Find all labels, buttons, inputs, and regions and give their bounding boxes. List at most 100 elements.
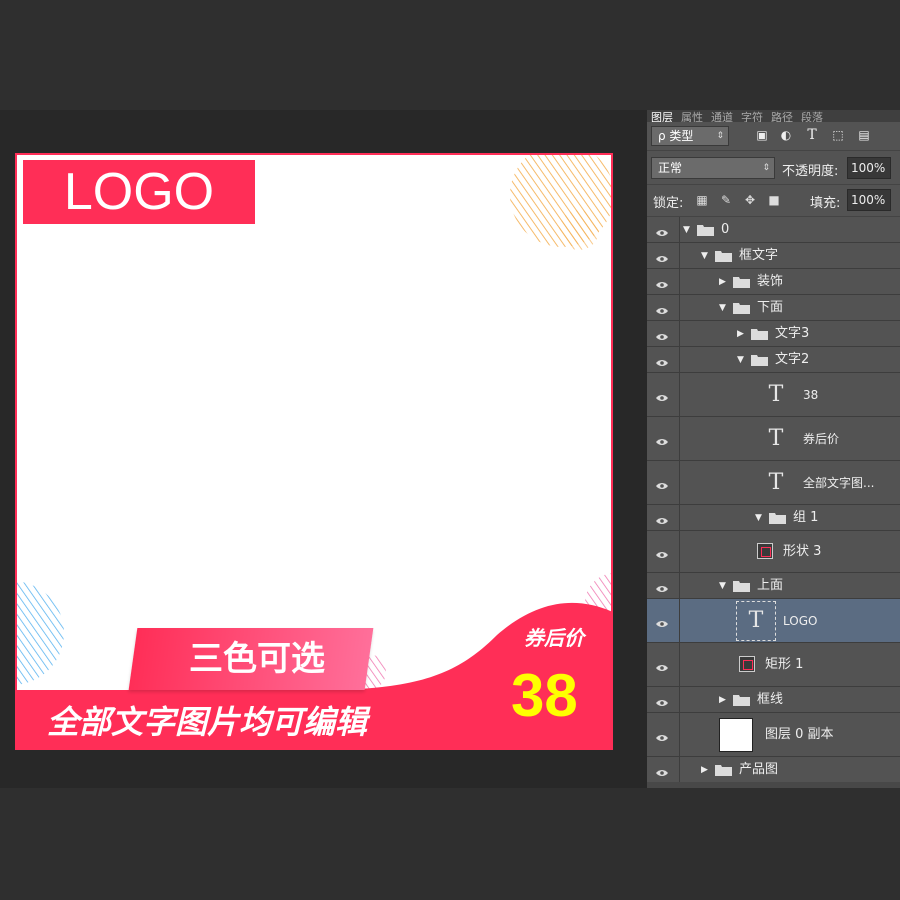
text-layer-icon: T — [768, 381, 784, 407]
visibility-toggle[interactable] — [647, 217, 680, 242]
visibility-toggle[interactable] — [647, 573, 680, 598]
folder-icon — [733, 276, 750, 288]
visibility-toggle[interactable] — [647, 417, 680, 460]
eye-icon[interactable] — [656, 696, 668, 706]
collapse-triangle-icon[interactable]: ▼ — [683, 224, 690, 236]
eye-icon[interactable] — [656, 661, 668, 671]
layer-row[interactable]: ▶ 文字3 — [647, 321, 900, 347]
folder-icon — [715, 764, 732, 776]
eye-icon[interactable] — [656, 548, 668, 558]
expand-triangle-icon[interactable]: ▶ — [719, 276, 726, 288]
expand-triangle-icon[interactable]: ▶ — [737, 328, 744, 340]
layer-row[interactable]: 矩形 1 — [647, 643, 900, 687]
visibility-toggle[interactable] — [647, 713, 680, 756]
layer-name: 形状 3 — [783, 543, 822, 559]
collapse-triangle-icon[interactable]: ▼ — [719, 580, 726, 592]
adjustment-filter-icon[interactable]: ◐ — [779, 128, 793, 142]
visibility-toggle[interactable] — [647, 531, 680, 572]
visibility-toggle[interactable] — [647, 321, 680, 346]
tab-channels[interactable]: 通道 — [707, 112, 737, 122]
orange-deco-circle-small — [559, 210, 599, 250]
lock-brush-icon[interactable]: ✎ — [719, 193, 733, 207]
tab-character[interactable]: 字符 — [737, 112, 767, 122]
layer-row[interactable]: 图层 0 副本 — [647, 713, 900, 757]
layer-name: 全部文字图... — [803, 475, 875, 490]
eye-icon[interactable] — [656, 304, 668, 314]
layer-filter-select[interactable]: ρ 类型 ⇕ — [651, 126, 729, 146]
tab-properties[interactable]: 属性 — [677, 112, 707, 122]
layer-row[interactable]: T 券后价 — [647, 417, 900, 461]
type-filter-icon[interactable]: T — [805, 128, 819, 142]
text-layer-icon: T — [748, 607, 764, 633]
visibility-toggle[interactable] — [647, 269, 680, 294]
folder-icon — [697, 224, 714, 236]
visibility-toggle[interactable] — [647, 599, 680, 642]
tab-paths[interactable]: 路径 — [767, 112, 797, 122]
eye-icon[interactable] — [656, 766, 668, 776]
opacity-input[interactable]: 100% — [847, 157, 891, 179]
panel-tabs: 图层 属性 通道 字符 路径 段落 — [647, 110, 900, 122]
visibility-toggle[interactable] — [647, 347, 680, 372]
visibility-toggle[interactable] — [647, 373, 680, 416]
visibility-toggle[interactable] — [647, 505, 680, 530]
eye-icon[interactable] — [656, 435, 668, 445]
document-canvas[interactable]: LOGO 三色可选 券后价 38 全部文字图片均可编辑 — [15, 153, 613, 750]
folder-icon — [769, 512, 786, 524]
layer-filter-row: ρ 类型 ⇕ ▣ ◐ T ⬚ ▤ — [647, 122, 900, 151]
layer-row[interactable]: ▼ 框文字 — [647, 243, 900, 269]
layer-row[interactable]: ▼ 下面 — [647, 295, 900, 321]
fill-input[interactable]: 100% — [847, 189, 891, 211]
collapse-triangle-icon[interactable]: ▼ — [755, 512, 762, 524]
tab-paragraph[interactable]: 段落 — [797, 112, 827, 122]
visibility-toggle[interactable] — [647, 687, 680, 712]
eye-icon[interactable] — [656, 391, 668, 401]
eye-icon[interactable] — [656, 330, 668, 340]
collapse-triangle-icon[interactable]: ▼ — [719, 302, 726, 314]
lock-transparent-icon[interactable]: ▦ — [695, 193, 709, 207]
smart-object-filter-icon[interactable]: ▤ — [857, 128, 871, 142]
eye-icon[interactable] — [656, 582, 668, 592]
layer-row[interactable]: T 38 — [647, 373, 900, 417]
blend-mode-select[interactable]: 正常 ⇕ — [651, 157, 775, 179]
shape-layer-icon — [739, 655, 755, 672]
layer-name: 产品图 — [739, 761, 779, 777]
tab-layers[interactable]: 图层 — [647, 112, 677, 122]
layer-row[interactable]: ▼ 文字2 — [647, 347, 900, 373]
layer-row[interactable]: ▶ 装饰 — [647, 269, 900, 295]
logo-placeholder[interactable]: LOGO — [23, 160, 255, 224]
layer-row[interactable]: ▼ 组 1 — [647, 505, 900, 531]
folder-icon — [733, 694, 750, 706]
layer-row[interactable]: 形状 3 — [647, 531, 900, 573]
visibility-toggle[interactable] — [647, 757, 680, 782]
image-filter-icon[interactable]: ▣ — [755, 128, 769, 142]
eye-icon[interactable] — [656, 731, 668, 741]
visibility-toggle[interactable] — [647, 295, 680, 320]
lock-all-icon[interactable]: ■ — [767, 193, 781, 207]
layer-row[interactable]: ▼ 0 — [647, 217, 900, 243]
layer-row[interactable]: ▼ 上面 — [647, 573, 900, 599]
eye-icon[interactable] — [656, 252, 668, 262]
layer-row[interactable]: ▶ 框线 — [647, 687, 900, 713]
visibility-toggle[interactable] — [647, 461, 680, 504]
expand-triangle-icon[interactable]: ▶ — [719, 694, 726, 706]
eye-icon[interactable] — [656, 278, 668, 288]
folder-icon — [751, 354, 768, 366]
eye-icon[interactable] — [656, 226, 668, 236]
layer-row[interactable]: ▶ 产品图 — [647, 757, 900, 783]
layer-row[interactable]: T 全部文字图... — [647, 461, 900, 505]
lock-move-icon[interactable]: ✥ — [743, 193, 757, 207]
eye-icon[interactable] — [656, 617, 668, 627]
lock-row: 锁定: ▦ ✎ ✥ ■ 填充: 100% — [647, 184, 900, 217]
shape-filter-icon[interactable]: ⬚ — [831, 128, 845, 142]
eye-icon[interactable] — [656, 514, 668, 524]
filter-select-label: ρ 类型 — [658, 129, 694, 143]
collapse-triangle-icon[interactable]: ▼ — [701, 250, 708, 262]
layer-row[interactable]: T LOGO — [647, 599, 900, 643]
eye-icon[interactable] — [656, 479, 668, 489]
visibility-toggle[interactable] — [647, 243, 680, 268]
collapse-triangle-icon[interactable]: ▼ — [737, 354, 744, 366]
expand-triangle-icon[interactable]: ▶ — [701, 764, 708, 776]
eye-icon[interactable] — [656, 356, 668, 366]
visibility-toggle[interactable] — [647, 643, 680, 686]
opacity-label: 不透明度: — [782, 164, 839, 179]
